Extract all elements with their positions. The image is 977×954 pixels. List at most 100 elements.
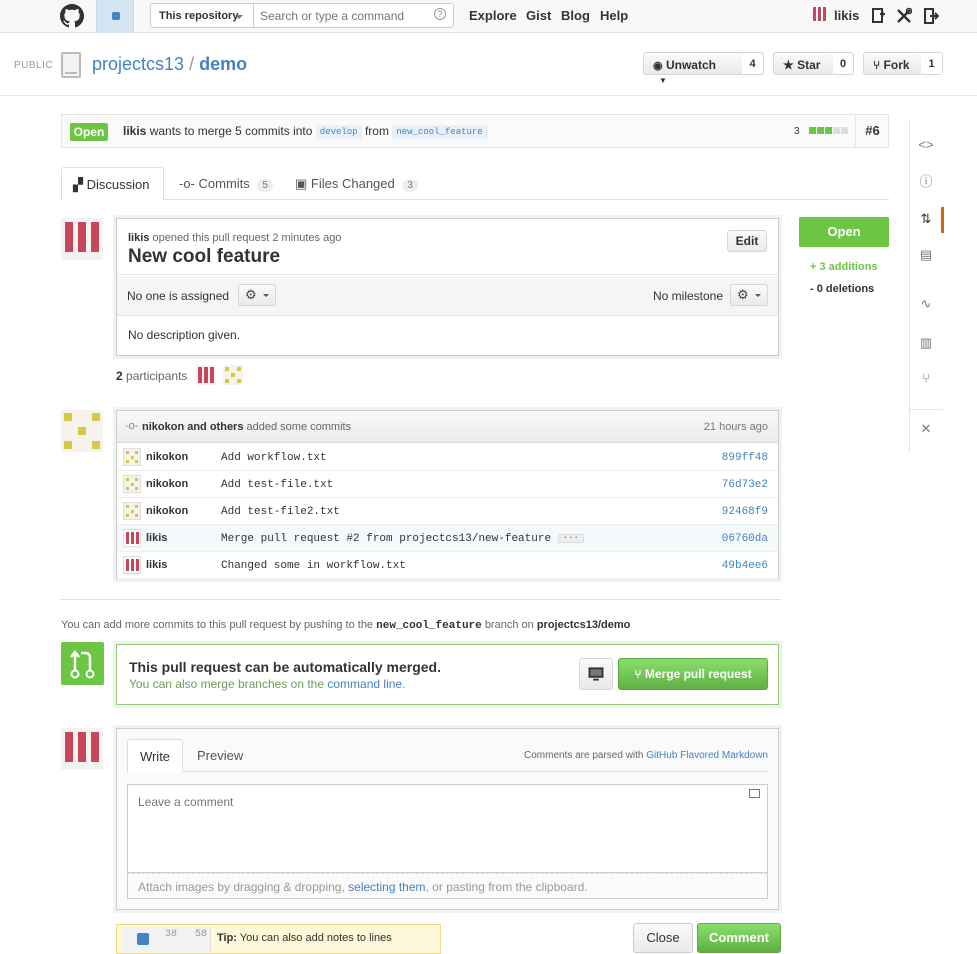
pull-requests-icon[interactable]: ⇅ [918, 211, 934, 227]
comment-form: Write Preview Comments are parsed with G… [116, 728, 779, 910]
code-icon[interactable]: <> [918, 137, 934, 153]
commit-author[interactable]: nikokon [146, 478, 188, 490]
commit-author[interactable]: likis [146, 532, 167, 544]
comment-button[interactable]: Comment [697, 923, 781, 953]
tab-write[interactable]: Write [127, 739, 183, 773]
participant-avatar-nikokon[interactable] [223, 365, 243, 385]
milestone-gear-button[interactable]: ⚙ [730, 284, 768, 306]
merge-title: This pull request can be automatically m… [129, 659, 441, 675]
commit-message-text: Add workflow.txt [221, 452, 327, 464]
commit-message[interactable]: Changed some in workflow.txt [221, 560, 406, 572]
search-scope[interactable]: This repository [150, 3, 254, 28]
state-badge: Open [70, 123, 108, 141]
commit-author[interactable]: likis [146, 559, 167, 571]
pull-request-bar: Open likis wants to merge 5 commits into… [61, 114, 889, 148]
deletions-stat: - 0 deletions [810, 283, 875, 295]
push-note-middle: branch on [484, 619, 534, 631]
command-line-button[interactable] [579, 658, 613, 690]
graphs-icon[interactable]: ▥ [918, 335, 934, 351]
sign-out-icon[interactable] [923, 7, 939, 25]
command-line-link[interactable]: command line [327, 677, 402, 691]
close-button[interactable]: Close [633, 923, 693, 953]
attach-images-bar[interactable]: Attach images by dragging & dropping, se… [127, 873, 768, 899]
unwatch-button[interactable]: ◉ Unwatch ▼ [643, 52, 743, 85]
fullscreen-icon[interactable] [749, 789, 760, 798]
issues-icon[interactable]: ⓘ [918, 174, 934, 190]
edit-button[interactable]: Edit [727, 230, 767, 252]
fork-button[interactable]: ⑂ Fork [863, 52, 922, 75]
commenter-avatar[interactable] [61, 728, 103, 770]
settings-icon[interactable]: ✕ [918, 421, 934, 437]
markdown-link[interactable]: GitHub Flavored Markdown [646, 750, 768, 761]
repo-owner-link[interactable]: projectcs13 [92, 54, 184, 74]
nav-gist[interactable]: Gist [526, 8, 551, 23]
merge-subtitle: You can also merge branches on the comma… [129, 677, 405, 691]
star-count[interactable]: 0 [833, 52, 854, 75]
tab-preview[interactable]: Preview [197, 739, 243, 772]
account-settings-icon[interactable] [896, 7, 912, 25]
attach-suffix: , or pasting from the clipboard. [425, 880, 588, 894]
github-logo-icon[interactable] [60, 4, 84, 28]
opened-author[interactable]: likis [128, 232, 149, 244]
commit-author[interactable]: nikokon [146, 451, 188, 463]
watch-count[interactable]: 4 [742, 52, 764, 75]
commit-message[interactable]: Merge pull request #2 from projectcs13/n… [221, 533, 584, 545]
commit-author-avatar[interactable] [123, 502, 141, 520]
author-avatar[interactable] [61, 218, 103, 260]
commit-sha-link[interactable]: 899ff48 [722, 452, 768, 464]
pulse-icon[interactable]: ∿ [918, 296, 934, 312]
commit-author-avatar[interactable] [123, 475, 141, 493]
commit-author[interactable]: nikokon [146, 505, 188, 517]
commit-sha-link[interactable]: 49b4ee6 [722, 560, 768, 572]
participants-count: 2 [116, 369, 123, 383]
commit-message[interactable]: Add test-file2.txt [221, 506, 340, 518]
nav-explore[interactable]: Explore [469, 8, 517, 23]
markdown-note-prefix: Comments are parsed with [524, 750, 644, 761]
search-input[interactable] [253, 3, 454, 28]
comment-textarea[interactable] [127, 784, 768, 873]
additions-stat: + 3 additions [810, 261, 878, 273]
commit-message[interactable]: Add test-file.txt [221, 479, 333, 491]
commit-author-avatar[interactable] [123, 556, 141, 574]
fork-count[interactable]: 1 [921, 52, 943, 75]
commit-sha-link[interactable]: 92468f9 [722, 506, 768, 518]
tab-files-changed[interactable]: ▣ Files Changed 3 [295, 167, 418, 200]
assignee-text: No one is assigned [127, 289, 230, 303]
commits-avatar[interactable] [61, 410, 103, 452]
expand-commit-button[interactable]: ··· [557, 534, 584, 543]
tab-commits[interactable]: -o- Commits 5 [179, 167, 273, 200]
commit-message-text: Merge pull request #2 from projectcs13/n… [221, 533, 552, 545]
search-help-icon[interactable]: ? [434, 8, 446, 20]
network-icon[interactable]: ⑂ [918, 371, 934, 387]
participants-label: participants [126, 369, 188, 383]
commit-sha-link[interactable]: 06760da [722, 533, 768, 545]
commit-icon: -o- [179, 176, 195, 191]
commit-author-avatar[interactable] [123, 448, 141, 466]
head-branch[interactable]: new_cool_feature [392, 125, 487, 139]
assignee-gear-button[interactable]: ⚙ [238, 284, 276, 306]
tab-count: 5 [257, 179, 273, 192]
notifications-indicator[interactable] [96, 0, 134, 33]
eye-icon: ◉ [653, 60, 663, 72]
nav-blog[interactable]: Blog [561, 8, 590, 23]
commits-header: -o- nikokon and others added some commit… [117, 411, 778, 443]
commit-author-avatar[interactable] [123, 529, 141, 547]
pr-author[interactable]: likis [123, 124, 146, 138]
pr-tabs: ▞ Discussion -o- Commits 5 ▣ Files Chang… [61, 167, 889, 201]
merge-pull-request-button[interactable]: ⑂ Merge pull request [618, 658, 768, 690]
base-branch[interactable]: develop [315, 125, 362, 139]
visibility-label: PUBLIC [14, 60, 54, 71]
select-files-link[interactable]: selecting them [348, 880, 425, 894]
nav-help[interactable]: Help [600, 8, 628, 23]
participant-avatar-likis[interactable] [196, 365, 216, 385]
commits-authors: nikokon and others [142, 421, 244, 433]
repo-name-link[interactable]: demo [199, 54, 247, 74]
wiki-icon[interactable]: ▤ [918, 247, 934, 263]
gear-icon: ⚙ [737, 287, 749, 302]
user-avatar [812, 6, 828, 22]
commit-message[interactable]: Add workflow.txt [221, 452, 327, 464]
star-button[interactable]: ★ Star [773, 52, 834, 75]
commit-sha-link[interactable]: 76d73e2 [722, 479, 768, 491]
tab-discussion[interactable]: ▞ Discussion [61, 167, 164, 201]
create-repo-icon[interactable] [870, 7, 886, 25]
